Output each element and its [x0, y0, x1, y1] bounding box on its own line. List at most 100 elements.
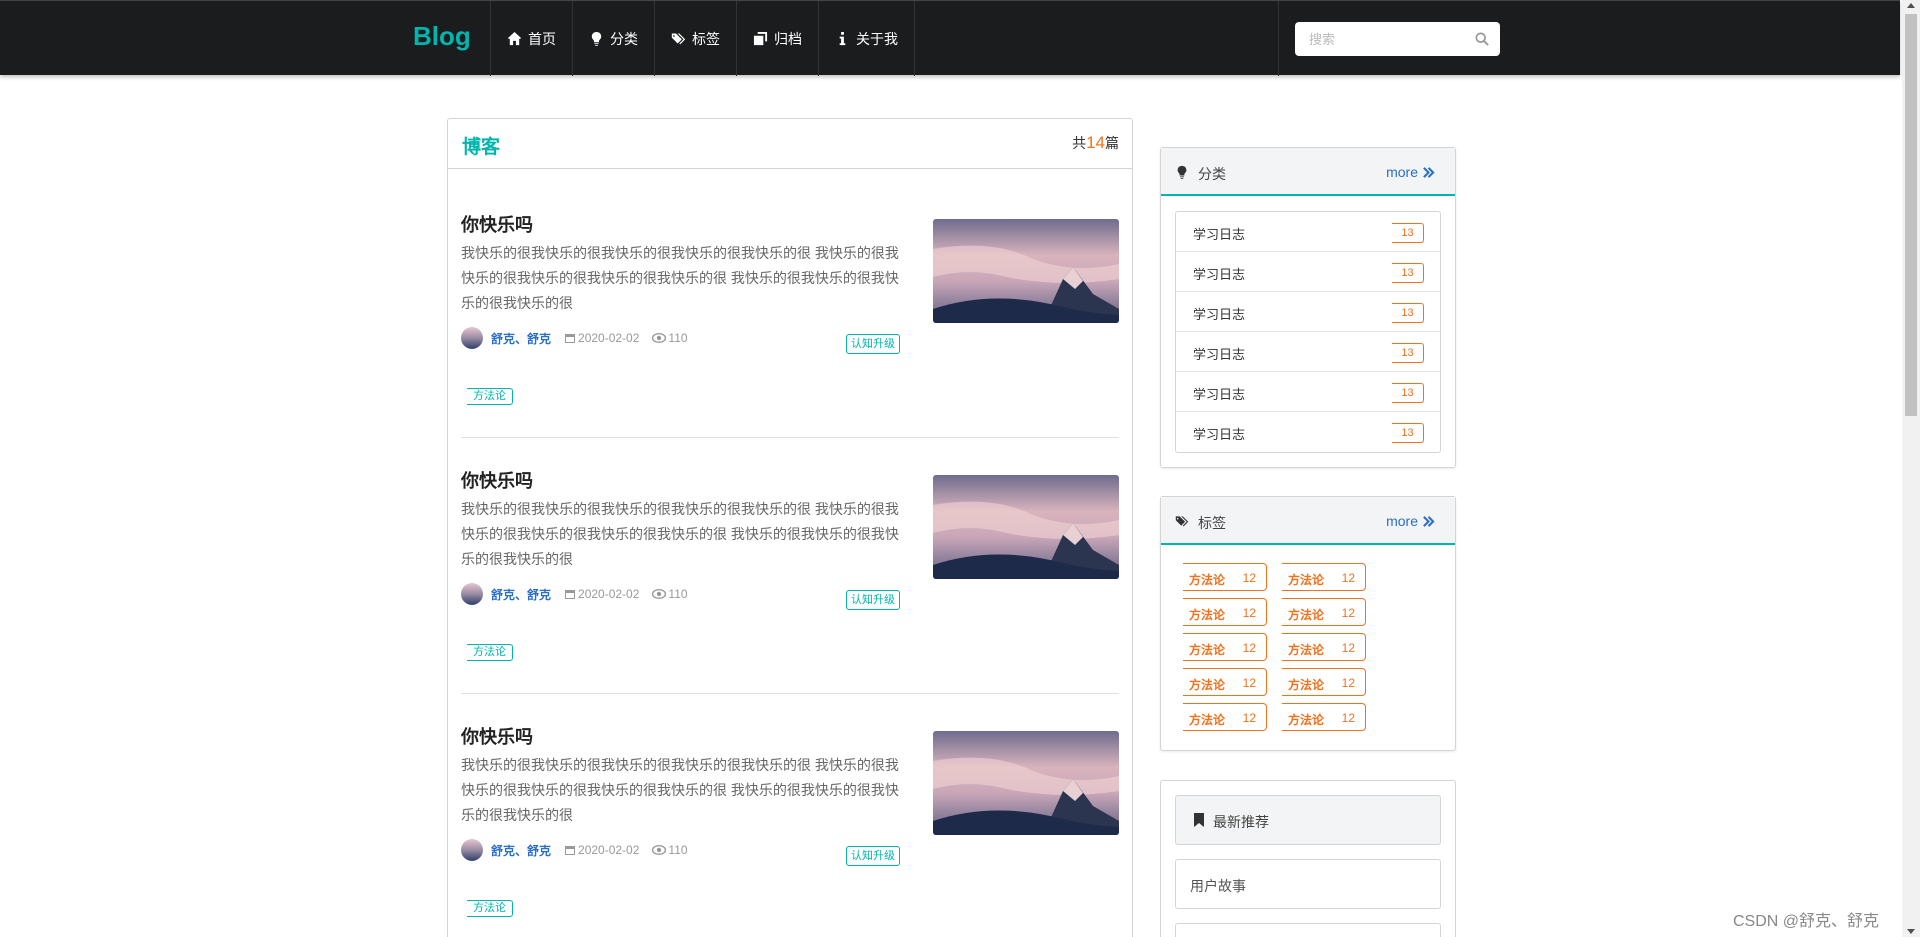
post-title[interactable]: 你快乐吗 [461, 211, 533, 237]
post-title[interactable]: 你快乐吗 [461, 467, 533, 493]
calendar-icon [565, 846, 576, 855]
post-meta: 舒克、舒克 2020-02-02 110 [461, 583, 688, 605]
post-title[interactable]: 你快乐吗 [461, 723, 533, 749]
post-tag-label[interactable]: 方法论 [467, 900, 513, 917]
recommend-item[interactable]: 用户故事 [1175, 859, 1441, 909]
post-excerpt: 我快乐的很我快乐的很我快乐的很我快乐的很我快乐的很 我快乐的很我快乐的很我快乐的… [461, 245, 899, 311]
blog-list-panel: 博客 共14篇 你快乐吗 我快乐的很我快乐的很我快乐的很我快乐的很我快乐的很 我… [447, 118, 1133, 937]
post-excerpt: 我快乐的很我快乐的很我快乐的很我快乐的很我快乐的很 我快乐的很我快乐的很我快乐的… [461, 501, 899, 567]
post-category-badge[interactable]: 认知升级 [846, 334, 900, 354]
tag-item[interactable]: 方法论 12 [1282, 633, 1366, 661]
tag-more-link[interactable]: more [1386, 513, 1435, 529]
tag-count: 12 [1242, 571, 1256, 585]
brand-logo[interactable]: Blog [413, 21, 471, 52]
post-tag-label[interactable]: 方法论 [467, 388, 513, 405]
nav-item-category[interactable]: 分类 [572, 1, 654, 76]
category-item[interactable]: 学习日志 13 [1176, 372, 1440, 412]
recommend-card: 最新推荐 用户故事 [1160, 780, 1456, 937]
tag-count: 12 [1242, 606, 1256, 620]
mountain-image [933, 731, 1119, 835]
recommend-item[interactable] [1175, 923, 1441, 937]
post-separator [461, 693, 1119, 694]
post-meta: 舒克、舒克 2020-02-02 110 [461, 327, 688, 349]
scroll-down-arrow-icon[interactable] [1907, 929, 1915, 934]
more-label: more [1386, 513, 1418, 529]
category-item[interactable]: 学习日志 13 [1176, 332, 1440, 372]
post-date: 2020-02-02 [578, 331, 640, 345]
scrollbar-thumb[interactable] [1905, 14, 1917, 416]
search-icon[interactable] [1475, 32, 1489, 46]
eye-icon [652, 845, 667, 855]
eye-icon [652, 589, 667, 599]
nav-search-area [1278, 1, 1508, 76]
search-input[interactable] [1295, 22, 1465, 56]
category-count-badge: 13 [1392, 223, 1424, 243]
category-item[interactable]: 学习日志 13 [1176, 212, 1440, 252]
post-tag-label[interactable]: 方法论 [467, 644, 513, 661]
tag-item[interactable]: 方法论 12 [1183, 668, 1267, 696]
tag-item[interactable]: 方法论 12 [1183, 598, 1267, 626]
author-avatar[interactable] [461, 839, 483, 861]
category-card-title: 分类 [1198, 166, 1226, 182]
post-author[interactable]: 舒克、舒克 [491, 842, 551, 859]
category-count-badge: 13 [1392, 303, 1424, 323]
tag-item[interactable]: 方法论 12 [1282, 703, 1366, 731]
category-label: 学习日志 [1193, 307, 1246, 322]
lightbulb-icon [1177, 165, 1187, 179]
post-category-badge[interactable]: 认知升级 [846, 846, 900, 866]
post-date: 2020-02-02 [578, 587, 640, 601]
nav-item-archive[interactable]: 归档 [736, 1, 818, 76]
nav-item-label: 标签 [692, 30, 720, 47]
category-item[interactable]: 学习日志 13 [1176, 252, 1440, 292]
category-more-link[interactable]: more [1386, 164, 1435, 180]
post-views: 110 [668, 843, 688, 857]
tag-name: 方法论 [1189, 573, 1226, 587]
tag-count: 12 [1242, 641, 1256, 655]
category-label: 学习日志 [1193, 347, 1246, 362]
author-avatar[interactable] [461, 583, 483, 605]
post-thumbnail[interactable] [933, 219, 1119, 323]
mountain-image [933, 219, 1119, 323]
category-item[interactable]: 学习日志 13 [1176, 412, 1440, 452]
tag-item[interactable]: 方法论 12 [1183, 563, 1267, 591]
post-thumbnail[interactable] [933, 475, 1119, 579]
post-author[interactable]: 舒克、舒克 [491, 330, 551, 347]
tag-name: 方法论 [1288, 643, 1325, 657]
tag-count: 12 [1341, 606, 1355, 620]
blog-count: 共14篇 [1072, 133, 1119, 153]
scroll-up-arrow-icon[interactable] [1907, 3, 1915, 8]
category-item[interactable]: 学习日志 13 [1176, 292, 1440, 332]
post-thumbnail[interactable] [933, 731, 1119, 835]
page-scrollbar[interactable] [1902, 0, 1920, 937]
category-label: 学习日志 [1193, 427, 1246, 442]
nav-item-about[interactable]: 关于我 [818, 1, 915, 76]
category-count-badge: 13 [1392, 383, 1424, 403]
post-views: 110 [668, 331, 688, 345]
double-chevron-right-icon [1423, 166, 1435, 178]
tag-name: 方法论 [1189, 643, 1226, 657]
recommend-card-header: 最新推荐 [1175, 795, 1441, 845]
tag-item[interactable]: 方法论 12 [1282, 563, 1366, 591]
nav-item-tags[interactable]: 标签 [654, 1, 736, 76]
tag-item[interactable]: 方法论 12 [1183, 633, 1267, 661]
post-date: 2020-02-02 [578, 843, 640, 857]
double-chevron-right-icon [1423, 515, 1435, 527]
tag-count: 12 [1341, 711, 1355, 725]
tag-count: 12 [1242, 676, 1256, 690]
author-avatar[interactable] [461, 327, 483, 349]
tag-item[interactable]: 方法论 12 [1282, 598, 1366, 626]
tag-item[interactable]: 方法论 12 [1183, 703, 1267, 731]
tag-card-header: 标签 more [1161, 497, 1455, 545]
category-label: 学习日志 [1193, 227, 1246, 242]
tag-name: 方法论 [1288, 713, 1325, 727]
category-label: 学习日志 [1193, 267, 1246, 282]
post-category-badge[interactable]: 认知升级 [846, 590, 900, 610]
more-label: more [1386, 164, 1418, 180]
tag-item[interactable]: 方法论 12 [1282, 668, 1366, 696]
post-views: 110 [668, 587, 688, 601]
nav-item-home[interactable]: 首页 [490, 1, 572, 76]
post-author[interactable]: 舒克、舒克 [491, 586, 551, 603]
calendar-icon [565, 590, 576, 599]
post-separator [461, 437, 1119, 438]
clone-icon [753, 31, 768, 46]
